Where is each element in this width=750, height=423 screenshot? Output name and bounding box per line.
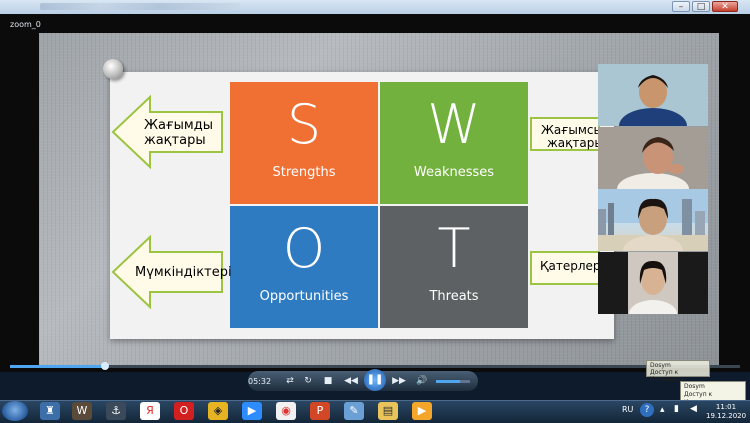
quadrant-weaknesses: W Weaknesses [380, 82, 528, 204]
quadrant-letter: O [282, 217, 326, 280]
elapsed-time: 05:32 [248, 377, 272, 386]
quadrant-letter: S [286, 93, 322, 156]
pushpin-icon [103, 59, 123, 79]
maximize-button[interactable]: □ [692, 1, 710, 12]
quadrant-strengths: S Strengths [230, 82, 378, 204]
network-icon[interactable]: ▮ [674, 404, 679, 414]
network-tooltip-ghost: Dosym Доступ к Интернету [646, 360, 710, 383]
stop-icon[interactable]: ■ [320, 373, 336, 389]
zoom-app-icon[interactable]: ▶ [242, 402, 262, 420]
close-button[interactable]: ✕ [712, 1, 738, 12]
paint-icon[interactable]: ✎ [344, 402, 364, 420]
left-arrow-label-1: Жағымды жақтары [144, 118, 213, 148]
help-icon[interactable]: ? [640, 403, 654, 417]
right-arrow-label-2: Қатерлері [540, 259, 604, 274]
arrow-label-line: Жағымды [144, 118, 213, 133]
quadrant-word: Weaknesses [413, 165, 495, 180]
yandex-browser-icon[interactable]: Я [140, 402, 160, 420]
arrow-label-line: Мүмкіндіктері [135, 265, 232, 280]
participant-video-3[interactable] [598, 189, 708, 251]
quadrant-letter: T [437, 217, 471, 280]
participant-video-1[interactable] [598, 64, 708, 126]
opera-icon[interactable]: O [174, 402, 194, 420]
pause-button[interactable]: ❚❚ [364, 369, 386, 391]
minimize-button[interactable]: – [672, 1, 690, 12]
quadrant-threats: T Threats [380, 206, 528, 328]
powerpoint-icon[interactable]: P [310, 402, 330, 420]
media-player-icon[interactable]: ▶ [412, 402, 432, 420]
quadrant-word: Strengths [272, 165, 336, 180]
participant-video-4[interactable] [598, 252, 708, 314]
shuffle-icon[interactable]: ⇄ [282, 373, 298, 389]
window-title-blurred [40, 3, 240, 10]
tooltip-name: Dosym [684, 383, 705, 390]
participant-video-2[interactable] [598, 127, 708, 189]
next-icon[interactable]: ▶▶ [391, 373, 407, 389]
volume-fill [436, 380, 460, 383]
arrow-label-line: жақтары [144, 133, 206, 148]
network-tooltip: Dosym Доступ к Интернету [680, 381, 746, 406]
windows-start-icon[interactable] [2, 401, 28, 421]
person-silhouette-icon [598, 127, 708, 189]
game-launcher-icon[interactable]: ♜ [40, 402, 60, 420]
volume-icon[interactable]: 🔊 [414, 373, 430, 389]
tray-arrow-icon[interactable]: ▴ [660, 405, 665, 415]
file-explorer-icon[interactable]: ▤ [378, 402, 398, 420]
speaker-icon[interactable]: ◀ [690, 404, 697, 414]
person-silhouette-icon [598, 64, 708, 126]
world-of-tanks-icon[interactable]: W [72, 402, 92, 420]
seek-bar-handle[interactable] [101, 362, 109, 370]
seek-bar-track[interactable] [10, 365, 740, 368]
person-silhouette-icon [598, 189, 708, 251]
repeat-icon[interactable]: ↻ [300, 373, 316, 389]
clock-date[interactable]: 19.12.2020 [706, 412, 746, 420]
app-icon[interactable]: ◈ [208, 402, 228, 420]
quadrant-word: Opportunities [259, 289, 349, 304]
quadrant-word: Threats [429, 289, 479, 304]
world-of-warships-icon[interactable]: ⚓ [106, 402, 126, 420]
person-silhouette-icon [598, 252, 708, 314]
tooltip-name: Dosym [650, 362, 671, 369]
chrome-icon[interactable]: ◉ [276, 402, 296, 420]
arrow-label-line: Қатерлері [540, 259, 604, 273]
clock-time[interactable]: 11:01 [706, 403, 746, 411]
quadrant-opportunities: O Opportunities [230, 206, 378, 328]
seek-bar-fill [10, 365, 105, 368]
quadrant-letter: W [427, 93, 481, 156]
video-filename: zoom_0 [10, 20, 41, 29]
previous-icon[interactable]: ◀◀ [343, 373, 359, 389]
language-indicator[interactable]: RU [622, 405, 633, 414]
left-arrow-label-2: Мүмкіндіктері [135, 265, 232, 280]
